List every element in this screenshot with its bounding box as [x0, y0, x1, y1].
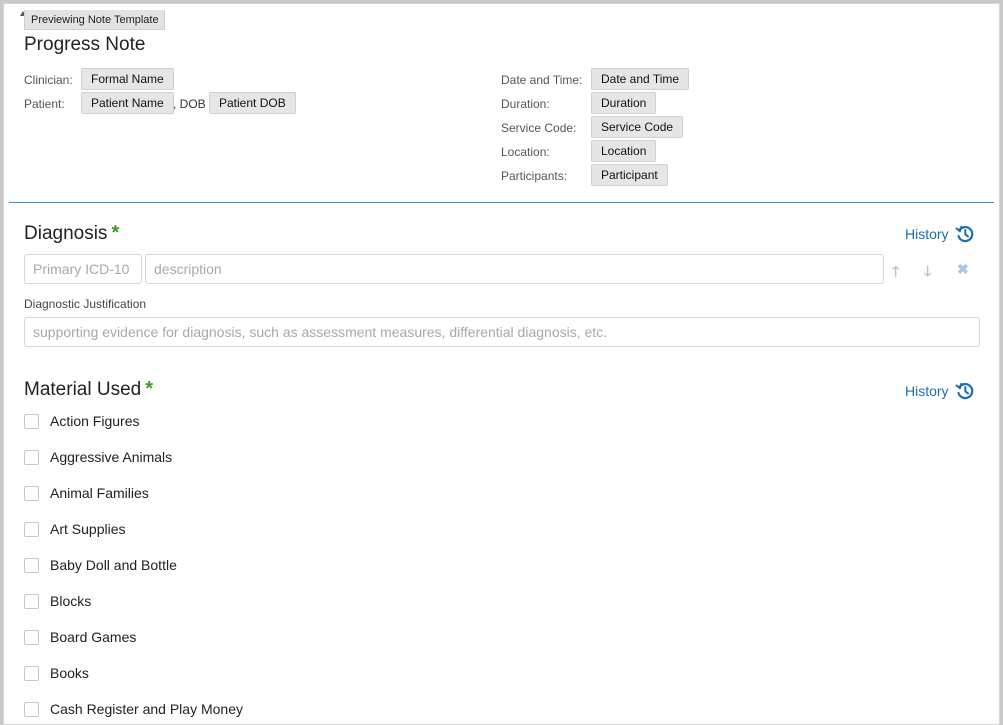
checkbox[interactable]: [24, 413, 39, 429]
checkbox[interactable]: [24, 521, 39, 537]
header-divider: [9, 202, 994, 203]
checkbox-label: Board Games: [50, 629, 137, 645]
checkbox[interactable]: [24, 629, 39, 645]
icd10-input[interactable]: [24, 254, 142, 284]
material-item-blocks[interactable]: Blocks: [24, 591, 91, 611]
checkbox-label: Aggressive Animals: [50, 449, 173, 465]
material-item-art-supplies[interactable]: Art Supplies: [24, 519, 125, 539]
patient-dob-chip: Patient DOB: [209, 92, 296, 114]
material-item-animal-families[interactable]: Animal Families: [24, 483, 149, 503]
material-item-books[interactable]: Books: [24, 663, 89, 683]
diagnosis-title: Diagnosis: [24, 223, 108, 244]
move-up-arrow-icon[interactable]: 🡑: [892, 261, 899, 285]
material-history-link[interactable]: History: [905, 383, 949, 399]
page-title: Progress Note: [24, 34, 146, 55]
checkbox[interactable]: [24, 485, 39, 501]
justification-input[interactable]: [24, 317, 980, 347]
checkbox-label: Animal Families: [50, 485, 149, 501]
checkbox[interactable]: [24, 665, 39, 681]
material-item-baby-doll-and-bottle[interactable]: Baby Doll and Bottle: [24, 555, 177, 575]
patient-name-chip: Patient Name: [81, 92, 174, 114]
required-asterisk: *: [145, 378, 154, 400]
diagnosis-history-link[interactable]: History: [905, 226, 949, 242]
clinician-chip: Formal Name: [81, 68, 174, 90]
justification-label: Diagnostic Justification: [24, 297, 147, 311]
checkbox[interactable]: [24, 593, 39, 609]
patient-label: Patient:: [24, 97, 65, 111]
required-asterisk: *: [111, 222, 120, 244]
preview-tab[interactable]: Previewing Note Template: [24, 10, 165, 30]
checkbox[interactable]: [24, 557, 39, 573]
location-label: Location:: [501, 145, 550, 159]
material-title: Material Used: [24, 379, 142, 400]
clinician-label: Clinician:: [24, 73, 73, 87]
participants-chip: Participant: [591, 164, 668, 186]
checkbox-label: Blocks: [50, 593, 92, 609]
checkbox-label: Art Supplies: [50, 521, 126, 537]
datetime-label: Date and Time:: [501, 73, 583, 87]
note-template-frame: Previewing Note Template Progress Note C…: [3, 3, 1000, 725]
duration-chip: Duration: [591, 92, 657, 114]
checkbox[interactable]: [24, 449, 39, 465]
diagnosis-description-input[interactable]: [145, 254, 884, 284]
material-item-action-figures[interactable]: Action Figures: [24, 411, 139, 431]
location-chip: Location: [591, 140, 657, 162]
material-item-cash-register[interactable]: Cash Register and Play Money: [24, 699, 243, 719]
diagnosis-heading: Diagnosis *: [24, 222, 119, 245]
remove-x-icon[interactable]: ✖: [957, 261, 969, 278]
checkbox[interactable]: [24, 701, 39, 717]
service-code-label: Service Code:: [501, 121, 577, 135]
material-heading: Material Used *: [24, 378, 153, 401]
history-icon[interactable]: [955, 381, 975, 401]
checkbox-label: Cash Register and Play Money: [50, 701, 243, 717]
participants-label: Participants:: [501, 169, 568, 183]
move-down-arrow-icon[interactable]: 🡓: [924, 261, 931, 285]
checkbox-label: Books: [50, 665, 89, 681]
duration-label: Duration:: [501, 97, 550, 111]
service-code-chip: Service Code: [591, 116, 684, 138]
checkbox-label: Baby Doll and Bottle: [50, 557, 177, 573]
material-item-board-games[interactable]: Board Games: [24, 627, 136, 647]
dob-label: , DOB: [173, 97, 206, 111]
datetime-chip: Date and Time: [591, 68, 690, 90]
material-item-aggressive-animals[interactable]: Aggressive Animals: [24, 447, 172, 467]
checkbox-label: Action Figures: [50, 413, 140, 429]
history-icon[interactable]: [955, 224, 975, 244]
